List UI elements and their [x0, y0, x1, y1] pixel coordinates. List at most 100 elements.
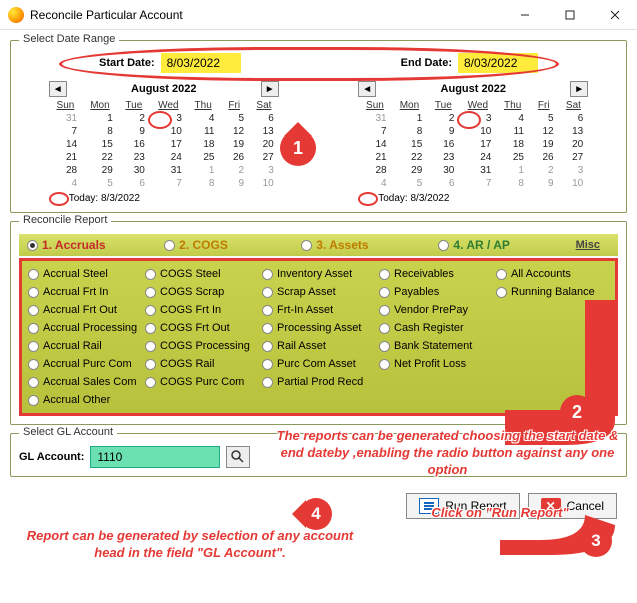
report-option[interactable]: Payables	[377, 283, 494, 301]
report-option[interactable]: Cash Register	[377, 319, 494, 337]
cal-day[interactable]: 25	[187, 151, 220, 164]
cal-day[interactable]: 9	[219, 177, 249, 190]
report-option[interactable]: COGS Frt In	[143, 301, 260, 319]
cal-day[interactable]: 28	[49, 164, 82, 177]
cal-day[interactable]: 27	[559, 151, 589, 164]
cal-day[interactable]: 19	[219, 138, 249, 151]
report-option[interactable]: Inventory Asset	[260, 265, 377, 283]
cal-day[interactable]: 3	[249, 164, 279, 177]
cal-day[interactable]: 21	[49, 151, 82, 164]
cal-next-button[interactable]: ►	[570, 81, 588, 97]
cal-day[interactable]: 20	[559, 138, 589, 151]
cal-day[interactable]: 24	[459, 151, 496, 164]
cal-day[interactable]: 31	[49, 112, 82, 125]
report-option[interactable]: All Accounts	[494, 265, 611, 283]
cal-day[interactable]: 5	[392, 177, 428, 190]
report-option[interactable]: Accrual Frt In	[26, 283, 143, 301]
cal-day[interactable]: 31	[459, 164, 496, 177]
report-option[interactable]: Accrual Purc Com	[26, 355, 143, 373]
cal-day[interactable]: 23	[427, 151, 459, 164]
cal-day[interactable]: 14	[358, 138, 391, 151]
cal-day[interactable]: 5	[82, 177, 118, 190]
cal-day[interactable]: 1	[496, 164, 529, 177]
cal-day[interactable]: 1	[392, 112, 428, 125]
cal-day[interactable]: 12	[219, 125, 249, 138]
report-option[interactable]: COGS Steel	[143, 265, 260, 283]
report-category[interactable]: 1. Accruals	[19, 238, 156, 252]
cal-day[interactable]: 15	[392, 138, 428, 151]
cal-day[interactable]: 3	[150, 112, 187, 125]
cal-day[interactable]: 7	[150, 177, 187, 190]
cal-day[interactable]: 5	[529, 112, 559, 125]
report-option[interactable]: Net Profit Loss	[377, 355, 494, 373]
report-option[interactable]: Accrual Rail	[26, 337, 143, 355]
cal-day[interactable]: 24	[150, 151, 187, 164]
report-option[interactable]: Frt-In Asset	[260, 301, 377, 319]
cal-day[interactable]: 29	[392, 164, 428, 177]
report-option[interactable]: Accrual Other	[26, 391, 143, 409]
gl-account-input[interactable]	[90, 446, 220, 468]
cal-day[interactable]: 8	[82, 125, 118, 138]
cal-day[interactable]: 7	[459, 177, 496, 190]
cal-day[interactable]: 1	[82, 112, 118, 125]
cal-day[interactable]: 4	[49, 177, 82, 190]
report-option[interactable]: Bank Statement	[377, 337, 494, 355]
cal-prev-button[interactable]: ◄	[358, 81, 376, 97]
report-option[interactable]: Purc Com Asset	[260, 355, 377, 373]
report-option[interactable]: Accrual Sales Com	[26, 373, 143, 391]
cal-day[interactable]: 22	[82, 151, 118, 164]
cal-day[interactable]: 17	[150, 138, 187, 151]
report-option[interactable]: Processing Asset	[260, 319, 377, 337]
cal-day[interactable]: 2	[427, 112, 459, 125]
cal-day[interactable]: 30	[427, 164, 459, 177]
report-option[interactable]: Rail Asset	[260, 337, 377, 355]
report-option[interactable]: Receivables	[377, 265, 494, 283]
cal-day[interactable]: 6	[559, 112, 589, 125]
maximize-button[interactable]	[547, 0, 592, 30]
report-option[interactable]: COGS Frt Out	[143, 319, 260, 337]
cal-day[interactable]: 9	[529, 177, 559, 190]
report-category[interactable]: 2. COGS	[156, 238, 293, 252]
cal-day[interactable]: 1	[187, 164, 220, 177]
report-option[interactable]: COGS Processing	[143, 337, 260, 355]
cal-prev-button[interactable]: ◄	[49, 81, 67, 97]
cal-day[interactable]: 15	[82, 138, 118, 151]
cal-day[interactable]: 3	[559, 164, 589, 177]
end-calendar[interactable]: ◄ August 2022 ► SunMonTueWedThuFriSat311…	[358, 79, 588, 204]
misc-link[interactable]: Misc	[576, 239, 610, 251]
cancel-button[interactable]: ✕ Cancel	[528, 493, 617, 519]
start-calendar[interactable]: ◄ August 2022 ► SunMonTueWedThuFriSat311…	[49, 79, 279, 204]
cal-day[interactable]: 5	[219, 112, 249, 125]
cal-today-link[interactable]: Today: 8/3/2022	[358, 190, 588, 204]
cal-day[interactable]: 2	[118, 112, 150, 125]
cal-day[interactable]: 18	[496, 138, 529, 151]
cal-day[interactable]: 28	[358, 164, 391, 177]
cal-day[interactable]: 10	[559, 177, 589, 190]
cal-day[interactable]: 31	[150, 164, 187, 177]
cal-day[interactable]: 13	[249, 125, 279, 138]
cal-day[interactable]: 9	[118, 125, 150, 138]
cal-day[interactable]: 23	[118, 151, 150, 164]
cal-day[interactable]: 6	[118, 177, 150, 190]
cal-day[interactable]: 21	[358, 151, 391, 164]
cal-day[interactable]: 17	[459, 138, 496, 151]
cal-day[interactable]: 6	[249, 112, 279, 125]
cal-day[interactable]: 29	[82, 164, 118, 177]
cal-day[interactable]: 4	[496, 112, 529, 125]
report-option[interactable]: Running Balance	[494, 283, 611, 301]
report-option[interactable]: Accrual Frt Out	[26, 301, 143, 319]
report-option[interactable]: COGS Rail	[143, 355, 260, 373]
report-option[interactable]: COGS Purc Com	[143, 373, 260, 391]
minimize-button[interactable]	[502, 0, 547, 30]
cal-day[interactable]: 25	[496, 151, 529, 164]
cal-day[interactable]: 31	[358, 112, 391, 125]
report-option[interactable]: Partial Prod Recd	[260, 373, 377, 391]
run-report-button[interactable]: Run Report	[406, 493, 519, 519]
cal-day[interactable]: 2	[219, 164, 249, 177]
report-option[interactable]: Scrap Asset	[260, 283, 377, 301]
cal-day[interactable]: 4	[358, 177, 391, 190]
cal-day[interactable]: 20	[249, 138, 279, 151]
report-option[interactable]: COGS Scrap	[143, 283, 260, 301]
gl-lookup-button[interactable]	[226, 446, 250, 468]
close-button[interactable]	[592, 0, 637, 30]
